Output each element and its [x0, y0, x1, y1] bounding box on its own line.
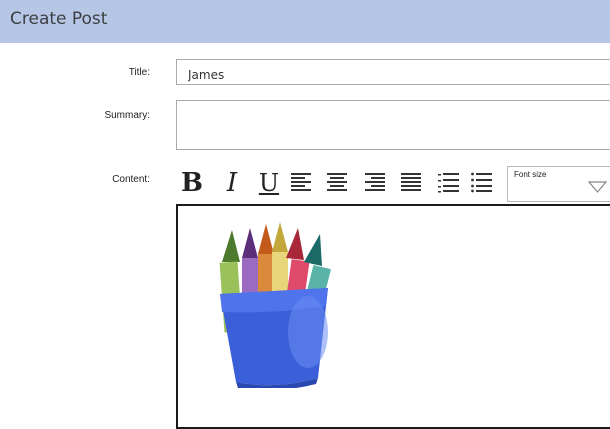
page-header: Create Post [0, 0, 610, 43]
align-left-icon[interactable] [289, 171, 313, 195]
font-size-label: Font size [514, 170, 547, 179]
crayons-cup-image [219, 222, 331, 388]
align-right-icon[interactable] [363, 171, 387, 195]
title-input[interactable] [176, 59, 610, 85]
font-size-select[interactable]: Font size [507, 166, 610, 202]
underline-button[interactable]: U [256, 166, 282, 200]
bullet-list-icon[interactable] [470, 171, 494, 195]
page-title: Create Post [10, 9, 108, 29]
content-label: Content: [112, 174, 150, 185]
content-editor[interactable] [176, 204, 610, 429]
numbered-list-icon[interactable] [437, 171, 461, 195]
title-label: Title: [128, 67, 150, 78]
editor-toolbar: B I U Font size [179, 166, 610, 202]
align-center-icon[interactable] [325, 171, 349, 195]
chevron-down-icon [588, 181, 607, 193]
summary-textarea[interactable] [176, 100, 610, 150]
italic-button[interactable]: I [221, 166, 243, 200]
align-justify-icon[interactable] [399, 171, 423, 195]
bold-button[interactable]: B [179, 166, 205, 200]
summary-label: Summary: [104, 110, 150, 121]
